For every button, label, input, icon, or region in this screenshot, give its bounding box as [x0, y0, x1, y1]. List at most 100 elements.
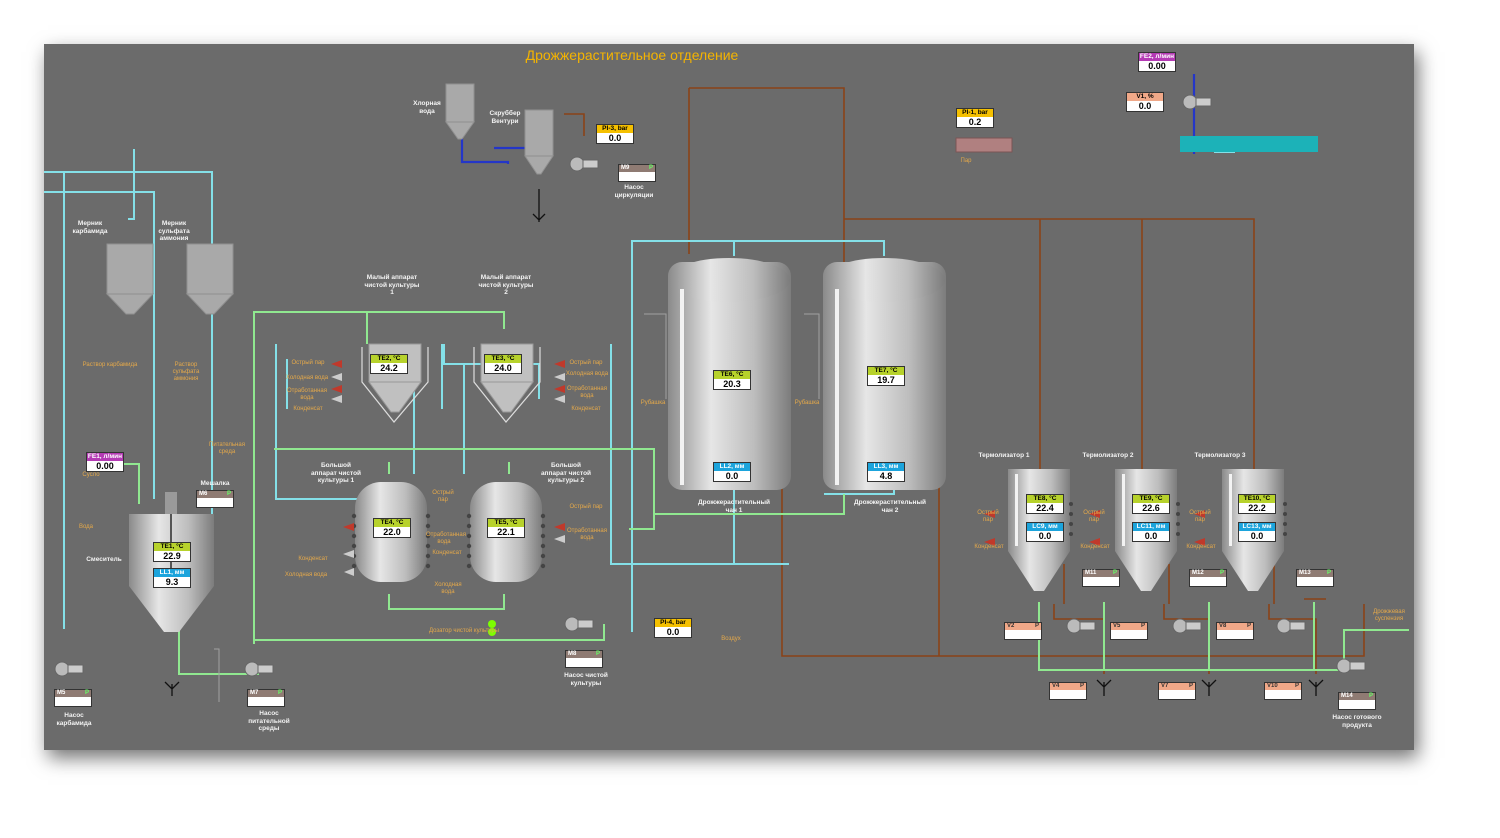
tag-lt1[interactable]: LL1, мм 9.3 [153, 568, 191, 588]
pump-icon[interactable] [1336, 658, 1366, 674]
label-cold-water-3: Холодная вода [284, 572, 328, 578]
tag-lc11[interactable]: LC11, мм 0.0 [1132, 522, 1170, 542]
valve-v10[interactable]: V10 P [1264, 682, 1302, 700]
valve-v7[interactable]: V7 P [1158, 682, 1196, 700]
tag-lt3[interactable]: LL3, мм 4.8 [867, 462, 905, 482]
te1-label: TE1, °C [154, 543, 190, 551]
pump-icon[interactable] [1182, 94, 1212, 110]
m9-indicator: P [648, 165, 653, 171]
pump-icon[interactable] [1066, 618, 1096, 634]
motor-m14[interactable]: M14 P [1338, 692, 1376, 710]
tag-te4[interactable]: TE4, °C 22.0 [373, 518, 411, 538]
lc11-value: 0.0 [1144, 531, 1158, 541]
tag-te9[interactable]: TE9, °C 22.6 [1132, 494, 1170, 514]
v2-label: V2 [1007, 623, 1015, 629]
label-sharp-steam-1: Острый пар [291, 360, 325, 366]
pi3-label: PI-3, bar [597, 125, 633, 133]
fe1-value: 0.00 [96, 461, 114, 471]
v10-label: V10 [1267, 683, 1278, 689]
m14-indicator: P [1368, 693, 1373, 699]
pump-icon[interactable] [54, 661, 84, 677]
motor-m7[interactable]: M7 P [247, 689, 285, 707]
motor-m6[interactable]: M6 P [196, 490, 234, 508]
tag-te6[interactable]: TE6, °C 20.3 [713, 370, 751, 390]
label-condensate-t1: Конденсат [974, 544, 1004, 550]
tag-te8[interactable]: TE8, °C 22.4 [1026, 494, 1064, 514]
tag-fe1[interactable]: FE1, л/мин 0.00 [86, 452, 124, 472]
tag-te5[interactable]: TE5, °C 22.1 [487, 518, 525, 538]
fe2-value: 0.00 [1148, 61, 1166, 71]
tag-te10[interactable]: TE10, °C 22.2 [1238, 494, 1276, 514]
label-cold-water-4: Холодная вода [434, 582, 462, 595]
label-cold-water-2: Холодная вода [565, 371, 609, 377]
valve-v2[interactable]: V2 P [1004, 622, 1042, 640]
pump-icon[interactable] [244, 661, 274, 677]
tag-te3[interactable]: TE3, °C 24.0 [484, 354, 522, 374]
lt1-label: LL1, мм [154, 569, 190, 577]
label-scrubber: Скруббер Вентури [489, 110, 521, 125]
tag-lc9[interactable]: LC9, мм 0.0 [1026, 522, 1064, 542]
tag-pi4[interactable]: PI-4, bar 0.0 [654, 618, 692, 638]
label-waste-water-3: Отработанная вода [426, 532, 466, 545]
lc13-value: 0.0 [1250, 531, 1264, 541]
v10-indicator: P [1294, 683, 1299, 689]
pi1-value: 0.2 [968, 117, 982, 127]
label-big-app-2: Большой аппарат чистой культуры 2 [540, 462, 592, 484]
v4-indicator: P [1079, 683, 1084, 689]
v7-label: V7 [1161, 683, 1169, 689]
label-sharp-steam-t1: Острый пар [977, 510, 999, 523]
v5-label: V5 [1113, 623, 1121, 629]
m8-indicator: P [595, 651, 600, 657]
label-carbamide-solution: Раствор карбамида [82, 362, 138, 368]
tag-pi1[interactable]: PI-1, bar 0.2 [956, 108, 994, 128]
label-thermolizer-3: Термолизатор 3 [1194, 452, 1246, 459]
tag-te2[interactable]: TE2, °C 24.2 [370, 354, 408, 374]
pump-icon[interactable] [1276, 618, 1306, 634]
te8-label: TE8, °C [1027, 495, 1063, 503]
lt2-value: 0.0 [725, 471, 739, 481]
te5-value: 22.1 [497, 527, 515, 537]
label-jacket-2: Рубашка [794, 400, 820, 406]
pump-icon[interactable] [564, 616, 594, 632]
label-yeast-suspension: Дрожжевая суспензия [1373, 609, 1405, 622]
pump-icon[interactable] [1172, 618, 1202, 634]
motor-m5[interactable]: M5 P [54, 689, 92, 707]
motor-m8[interactable]: M8 P [565, 650, 603, 668]
tag-v1[interactable]: V1, % 0.0 [1126, 92, 1164, 112]
motor-m11[interactable]: M11 P [1082, 569, 1120, 587]
v2-indicator: P [1034, 623, 1039, 629]
motor-m13[interactable]: M13 P [1296, 569, 1334, 587]
tag-fe2[interactable]: FE2, л/мин 0.00 [1138, 52, 1176, 72]
tag-te1[interactable]: TE1, °C 22.9 [153, 542, 191, 562]
te2-value: 24.2 [380, 363, 398, 373]
valve-v4[interactable]: V4 P [1049, 682, 1087, 700]
v5-indicator: P [1140, 623, 1145, 629]
tag-lt2[interactable]: LL2, мм 0.0 [713, 462, 751, 482]
tag-lc13[interactable]: LC13, мм 0.0 [1238, 522, 1276, 542]
v8-label: V8 [1219, 623, 1227, 629]
te9-value: 22.6 [1142, 503, 1160, 513]
scada-panel: Дрожжерастительное отделение Хлорная вод… [44, 44, 1414, 750]
valve-v5[interactable]: V5 P [1110, 622, 1148, 640]
pump-icon[interactable] [569, 156, 599, 172]
motor-m9[interactable]: M9 P [618, 164, 656, 182]
tag-te7[interactable]: TE7, °C 19.7 [867, 366, 905, 386]
te7-label: TE7, °C [868, 367, 904, 375]
label-nutrient-medium: Питательная среда [209, 442, 245, 455]
label-waste-water-4: Отработанная вода [567, 528, 607, 541]
m9-label: M9 [621, 165, 630, 171]
label-sharp-steam-2: Острый пар [569, 360, 603, 366]
m11-label: M11 [1085, 570, 1097, 576]
tag-pi3[interactable]: PI-3, bar 0.0 [596, 124, 634, 144]
label-sugar: Сусло [82, 472, 100, 478]
m6-label: M6 [199, 491, 208, 497]
m14-label: M14 [1341, 693, 1353, 699]
label-thermolizer-2: Термолизатор 2 [1082, 452, 1134, 459]
label-waste-water-2: Отработанная вода [567, 386, 607, 399]
label-condensate-4: Конденсат [298, 556, 328, 562]
motor-m12[interactable]: M12 P [1189, 569, 1227, 587]
label-vat2: Дрожжерастительный чан 2 [853, 499, 926, 514]
te4-label: TE4, °C [374, 519, 410, 527]
valve-v8[interactable]: V8 P [1216, 622, 1254, 640]
label-condensate-1: Конденсат [293, 406, 323, 412]
